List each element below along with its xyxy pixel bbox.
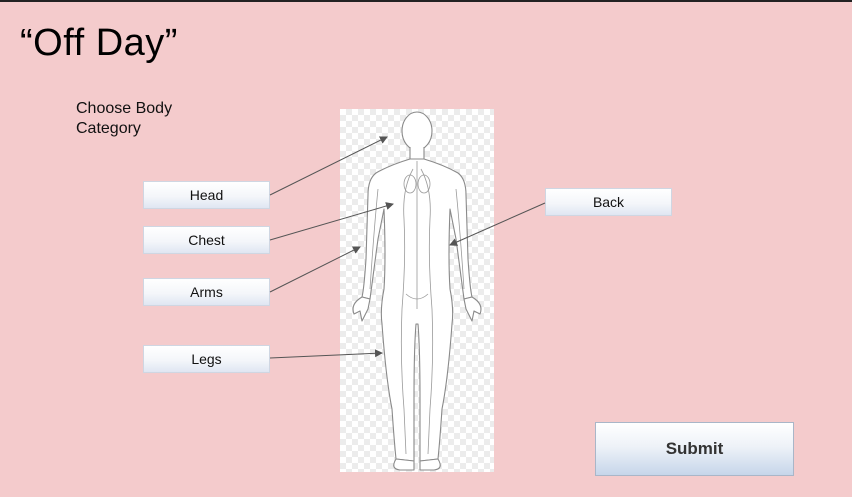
page-title: “Off Day” [20,22,178,64]
back-button[interactable]: Back [545,188,672,216]
anatomy-image [340,109,494,472]
human-figure-icon [352,111,482,471]
chest-button[interactable]: Chest [143,226,270,254]
head-button[interactable]: Head [143,181,270,209]
arms-button[interactable]: Arms [143,278,270,306]
legs-button[interactable]: Legs [143,345,270,373]
top-border [0,0,852,2]
submit-button[interactable]: Submit [595,422,794,476]
choose-category-label: Choose Body Category [76,100,173,137]
